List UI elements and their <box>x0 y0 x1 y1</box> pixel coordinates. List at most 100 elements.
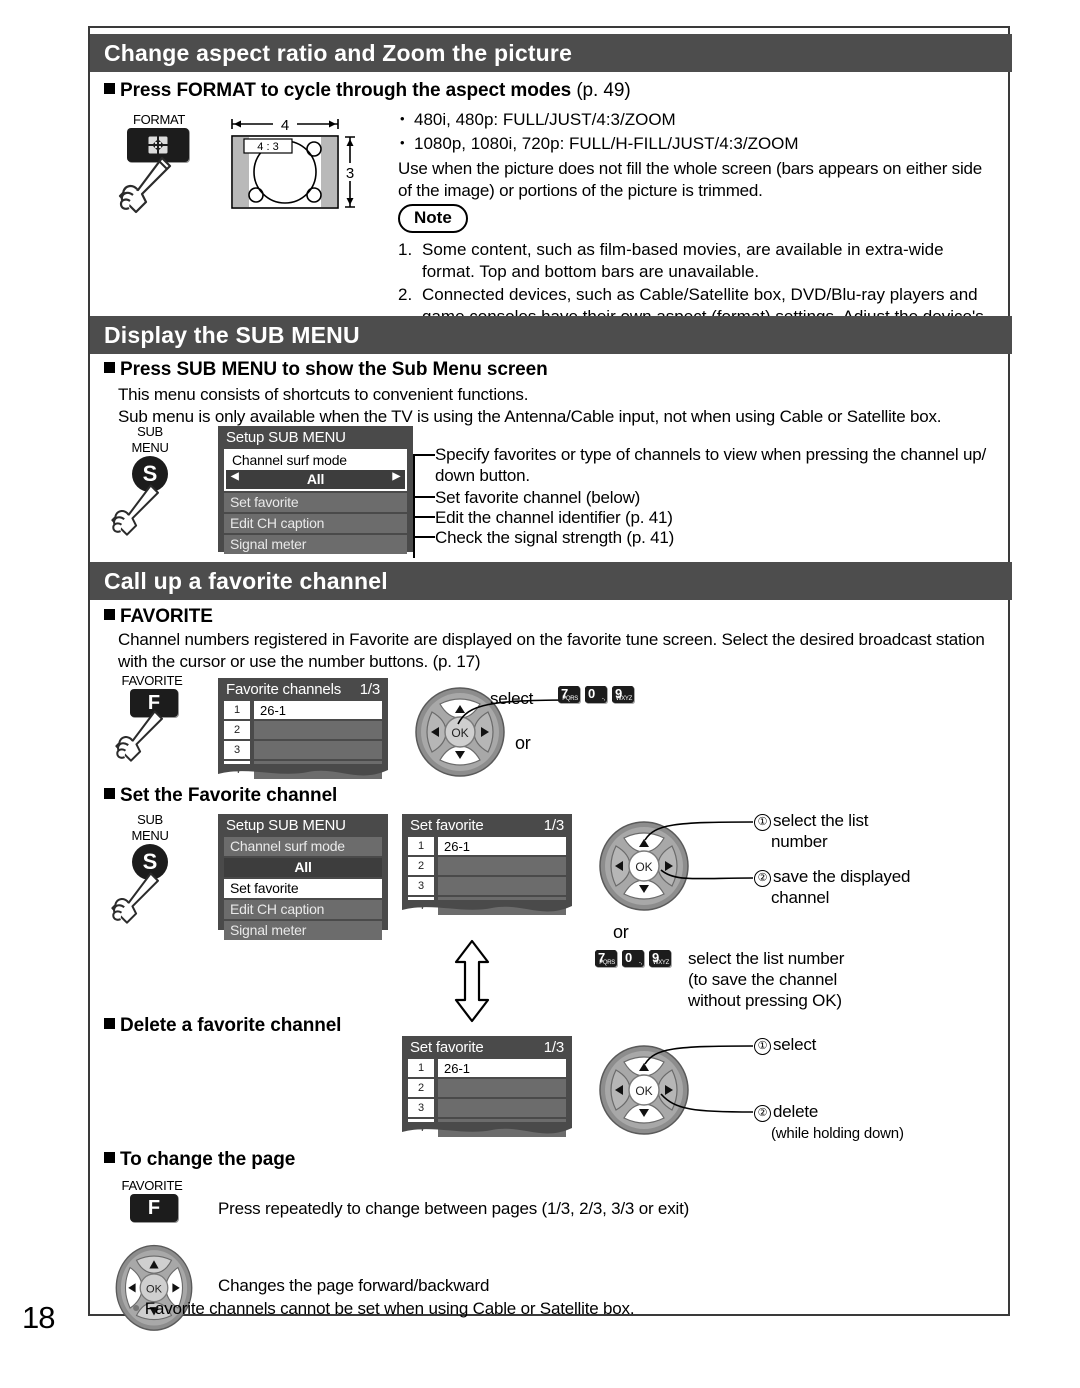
favorite-key-2[interactable]: F <box>130 1194 178 1222</box>
osd-item-channel-surf-mode[interactable]: Channel surf mode <box>224 837 382 856</box>
osd-setup-sub-menu-2: Setup SUB MENU Channel surf mode All Set… <box>218 814 388 940</box>
bullet-square-icon <box>104 609 115 620</box>
page-frame: Change aspect ratio and Zoom the picture… <box>88 26 1012 1331</box>
change-page-text-1: Press repeatedly to change between pages… <box>218 1199 690 1218</box>
page-number: 18 <box>22 1300 55 1335</box>
osd-item-set-favorite[interactable]: Set favorite <box>224 493 407 512</box>
key-9[interactable]: 9 WXYZ <box>649 950 671 967</box>
osd-torn-edge <box>402 900 572 912</box>
bullet-dot-icon: ● <box>132 1299 141 1315</box>
submenu-body-1: This menu consists of shortcuts to conve… <box>118 385 529 404</box>
osd-item-edit-ch-caption[interactable]: Edit CH caption <box>224 514 407 533</box>
bullet-square-icon <box>104 362 115 373</box>
label-select: select <box>490 689 534 708</box>
osd-title: Set favorite 1/3 <box>410 1039 564 1056</box>
osd-item-set-favorite[interactable]: Set favorite <box>224 879 382 898</box>
annotation-signal-meter: Check the signal strength (p. 41) <box>435 528 675 547</box>
pointing-hand-icon <box>111 872 159 924</box>
leader-line <box>413 536 435 538</box>
osd-item-edit-ch-caption[interactable]: Edit CH caption <box>224 900 382 919</box>
step-number: ① <box>754 1038 771 1055</box>
list-item[interactable]: 3 <box>408 1099 566 1117</box>
list-item[interactable]: 2 <box>408 857 566 875</box>
aspect-body-text: Use when the picture does not fill the w… <box>398 159 983 200</box>
up-down-arrow-icon <box>454 939 490 1023</box>
key-7[interactable]: 7 PQRS <box>595 950 617 967</box>
aspect-mode-bullets: 480i, 480p: FULL/JUST/4:3/ZOOM 1080p, 10… <box>398 107 998 156</box>
heading-set-favorite: Set the Favorite channel <box>104 785 337 807</box>
list-item[interactable]: 3 <box>408 877 566 895</box>
height-label: 3 <box>346 165 354 182</box>
right-arrow-icon: ▶ <box>392 471 401 482</box>
osd-item-channel-surf-mode[interactable]: Channel surf mode <box>226 451 405 470</box>
section-header-favorite: Call up a favorite channel <box>90 562 1012 600</box>
list-item: 1080p, 1080i, 720p: FULL/H-FILL/JUST/4:3… <box>398 131 998 156</box>
key-0[interactable]: 0 -, <box>622 950 644 967</box>
section-header-submenu: Display the SUB MENU <box>90 316 1012 354</box>
pointing-hand-icon <box>118 156 172 214</box>
osd-selected-group: Channel surf mode ◀ All ▶ <box>224 449 407 491</box>
osd-value-channel-surf-mode[interactable]: All <box>224 858 382 877</box>
osd-item-signal-meter[interactable]: Signal meter <box>224 921 382 940</box>
step-1-select-list-number: ① select the list number <box>754 810 934 852</box>
sub-menu-key-label: SUB MENU <box>131 812 169 843</box>
step-1-select: ① select <box>754 1034 934 1055</box>
svg-text:OK: OK <box>146 1283 163 1295</box>
annotation-edit-ch-caption: Edit the channel identifier (p. 41) <box>435 508 673 527</box>
osd-torn-edge <box>218 764 388 776</box>
keypad-note: select the list number (to save the chan… <box>688 949 845 1010</box>
submenu-body-2: Sub menu is only available when the TV i… <box>118 407 942 426</box>
svg-text:OK: OK <box>451 726 468 740</box>
tv-aspect-diagram: 4 4 : 3 3 <box>231 116 359 209</box>
key-0[interactable]: 0 -, <box>585 686 607 703</box>
osd-title: Setup SUB MENU <box>226 429 346 446</box>
osd-title: Set favorite 1/3 <box>410 817 564 834</box>
number-keypad[interactable]: 1•· 2ABC 3DEF 4GHI 5JKL 6MNO 7PQRS 8TUV … <box>558 686 648 778</box>
step-number: ② <box>754 870 771 887</box>
leader-lines-delete-steps <box>644 1045 754 1113</box>
key-9[interactable]: 9 WXYZ <box>612 686 634 703</box>
leader-line-vertical <box>413 454 415 558</box>
osd-item-signal-meter[interactable]: Signal meter <box>224 535 407 554</box>
number-keypad-2[interactable]: 1•· 2ABC 3DEF 4GHI 5JKL 6MNO 7PQRS 8TUV … <box>595 950 685 1042</box>
list-item[interactable]: 1 26-1 <box>224 701 382 719</box>
heading-favorite: FAVORITE <box>104 606 213 628</box>
key-7[interactable]: 7 PQRS <box>558 686 580 703</box>
osd-set-favorite-list: Set favorite 1/3 126-1 2 3 4 <box>402 814 572 915</box>
list-item[interactable]: 1 26-1 <box>408 1059 566 1077</box>
step-2-save-displayed-channel: ② save the displayed channel <box>754 866 954 908</box>
osd-value-channel-surf-mode[interactable]: ◀ All ▶ <box>226 470 405 489</box>
note-badge: Note <box>398 204 468 233</box>
label-or-2: or <box>613 922 629 942</box>
step-number: ① <box>754 814 771 831</box>
list-item[interactable]: 3 <box>224 741 382 759</box>
list-item[interactable]: 2 <box>408 1079 566 1097</box>
sub-menu-key-label: SUB MENU <box>131 424 169 455</box>
annotation-set-favorite: Set favorite channel (below) <box>435 488 641 507</box>
leader-lines-steps <box>644 821 754 880</box>
osd-page-indicator: 1/3 <box>543 817 564 834</box>
osd-favorite-channels: Favorite channels 1/3 126-1 2 3 4 <box>218 678 388 779</box>
pointing-hand-icon <box>111 484 159 536</box>
osd-title: Setup SUB MENU <box>226 817 346 834</box>
osd-torn-edge <box>402 1122 572 1134</box>
change-page-text-2: Changes the page forward/backward <box>218 1276 490 1295</box>
bullet-square-icon <box>104 1152 115 1163</box>
note-item: 1. Some content, such as film-based movie… <box>398 240 944 281</box>
list-item[interactable]: 2 <box>224 721 382 739</box>
annotation-channel-surf-mode: Specify favorites or type of channels to… <box>435 445 987 485</box>
label-or: or <box>515 733 531 753</box>
osd-setup-sub-menu: Setup SUB MENU Channel surf mode ◀ All ▶… <box>218 426 413 554</box>
bullet-square-icon <box>104 788 115 799</box>
ratio-label: 4 : 3 <box>257 141 278 153</box>
manual-page: 18 Change aspect ratio and Zoom the pict… <box>0 0 1080 1388</box>
bullet-square-icon <box>104 1018 115 1029</box>
list-item[interactable]: 1 26-1 <box>408 837 566 855</box>
list-item: 480i, 480p: FULL/JUST/4:3/ZOOM <box>398 107 998 132</box>
heading-delete-favorite: Delete a favorite channel <box>104 1015 341 1037</box>
favorite-body-text: Channel numbers registered in Favorite a… <box>118 630 985 671</box>
pointing-hand-icon <box>115 710 163 762</box>
favorite-key-label: FAVORITE <box>121 673 183 688</box>
osd-title: Favorite channels 1/3 <box>226 681 380 698</box>
step-2-delete: ② delete (while holding down) <box>754 1101 954 1144</box>
